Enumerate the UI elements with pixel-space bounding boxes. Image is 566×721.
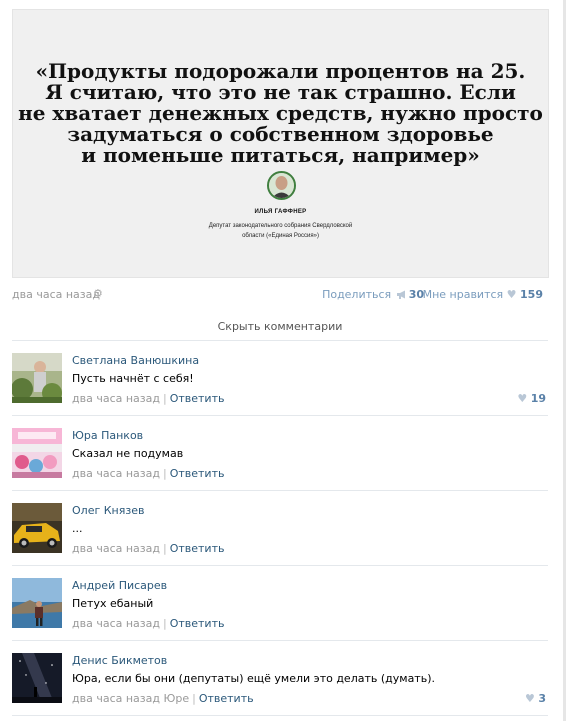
megaphone-icon bbox=[396, 290, 405, 299]
author-name: ИЛЬЯ ГАФФНЕР bbox=[254, 209, 307, 215]
gear-icon[interactable]: ⚙ bbox=[93, 288, 104, 299]
comment-footer: два часа назад | Ответить bbox=[72, 542, 224, 555]
share-button[interactable]: Поделиться 30 bbox=[322, 288, 424, 301]
comment-like-button[interactable]: ♥ 19 bbox=[517, 392, 546, 405]
seaside-man-avatar[interactable] bbox=[12, 578, 62, 628]
comment-author[interactable]: Денис Бикметов bbox=[72, 654, 167, 667]
share-label: Поделиться bbox=[322, 288, 392, 301]
divider-bar: | bbox=[162, 542, 167, 555]
comment-like-button[interactable]: ♥ 3 bbox=[525, 692, 546, 705]
divider-bar: | bbox=[162, 467, 167, 480]
yellow-car-avatar[interactable] bbox=[12, 503, 62, 553]
reply-link[interactable]: Ответить bbox=[170, 617, 225, 630]
comment-footer: два часа назад Юре | Ответить bbox=[72, 692, 254, 705]
quote-line: и поменьше питаться, например» bbox=[81, 143, 480, 167]
like-label: Мне нравится bbox=[422, 288, 504, 301]
comment-footer: два часа назад | Ответить bbox=[72, 392, 224, 405]
night-sky-avatar[interactable] bbox=[12, 653, 62, 703]
divider bbox=[12, 715, 548, 716]
woman-garden-avatar[interactable] bbox=[12, 353, 62, 403]
comment-text: Юра, если бы они (депутаты) ещё умели эт… bbox=[72, 672, 435, 685]
quote-line: задуматься о собственном здоровье bbox=[67, 122, 494, 146]
divider bbox=[12, 490, 548, 491]
divider bbox=[12, 565, 548, 566]
divider bbox=[12, 340, 548, 341]
post-meta-row: два часа назад ⚙ Поделиться 30 Мне нрави… bbox=[12, 287, 543, 303]
heart-icon: ♥ bbox=[506, 288, 517, 301]
hide-comments-link[interactable]: Скрыть комментарии bbox=[12, 320, 548, 333]
like-count: 159 bbox=[520, 288, 543, 301]
like-button[interactable]: Мне нравится ♥ 159 bbox=[423, 288, 543, 301]
comment-item: Андрей Писарев Петух ебаный два часа наз… bbox=[12, 578, 548, 638]
author-photo bbox=[267, 171, 296, 200]
divider-bar: | bbox=[162, 617, 167, 630]
comment-author[interactable]: Светлана Ванюшкина bbox=[72, 354, 199, 367]
comment-item: Денис Бикметов Юра, если бы они (депутат… bbox=[12, 653, 548, 713]
comment-item: Юра Панков Сказал не подумав два часа на… bbox=[12, 428, 548, 488]
comment-time[interactable]: два часа назад Юре bbox=[72, 692, 189, 705]
divider-bar: | bbox=[192, 692, 196, 705]
comment-time[interactable]: два часа назад bbox=[72, 542, 160, 555]
comment-text: Пусть начнёт с себя! bbox=[72, 372, 194, 385]
reply-link[interactable]: Ответить bbox=[170, 542, 225, 555]
divider bbox=[12, 415, 548, 416]
post-time[interactable]: два часа назад bbox=[12, 288, 100, 301]
heart-icon: ♥ bbox=[517, 392, 528, 405]
comment-text: ... bbox=[72, 522, 83, 535]
divider-bar: | bbox=[162, 392, 167, 405]
heart-icon: ♥ bbox=[524, 692, 535, 705]
divider bbox=[12, 640, 548, 641]
reply-link[interactable]: Ответить bbox=[199, 692, 254, 705]
quote-line: не хватает денежных средств, нужно прост… bbox=[18, 101, 543, 125]
author-role: Депутат законодательного собрания Свердл… bbox=[13, 221, 548, 241]
comment-author[interactable]: Олег Князев bbox=[72, 504, 144, 517]
comment-item: Светлана Ванюшкина Пусть начнёт с себя! … bbox=[12, 353, 548, 413]
comment-time[interactable]: два часа назад bbox=[72, 392, 160, 405]
comment-like-count: 3 bbox=[538, 692, 546, 705]
quote-line: Я считаю, что это не так страшно. Если bbox=[45, 80, 516, 104]
quote-line: «Продукты подорожали процентов на 25. bbox=[35, 59, 526, 83]
quote-text: «Продукты подорожали процентов на 25. Я … bbox=[13, 61, 548, 166]
comment-time[interactable]: два часа назад bbox=[72, 617, 160, 630]
comment-like-count: 19 bbox=[530, 392, 546, 405]
comment-item: Олег Князев ... два часа назад | Ответить bbox=[12, 503, 548, 563]
comment-author[interactable]: Юра Панков bbox=[72, 429, 143, 442]
comment-footer: два часа назад | Ответить bbox=[72, 467, 224, 480]
author-role-line: области («Единая Россия») bbox=[242, 233, 319, 239]
comment-text: Петух ебаный bbox=[72, 597, 154, 610]
reply-link[interactable]: Ответить bbox=[170, 467, 225, 480]
comment-footer: два часа назад | Ответить bbox=[72, 617, 224, 630]
reply-link[interactable]: Ответить bbox=[170, 392, 225, 405]
pink-toys-avatar[interactable] bbox=[12, 428, 62, 478]
post-image-quote[interactable]: «Продукты подорожали процентов на 25. Я … bbox=[12, 9, 549, 278]
comment-author[interactable]: Андрей Писарев bbox=[72, 579, 167, 592]
comment-time[interactable]: два часа назад bbox=[72, 467, 160, 480]
author-role-line: Депутат законодательного собрания Свердл… bbox=[208, 223, 353, 229]
comment-text: Сказал не подумав bbox=[72, 447, 184, 460]
